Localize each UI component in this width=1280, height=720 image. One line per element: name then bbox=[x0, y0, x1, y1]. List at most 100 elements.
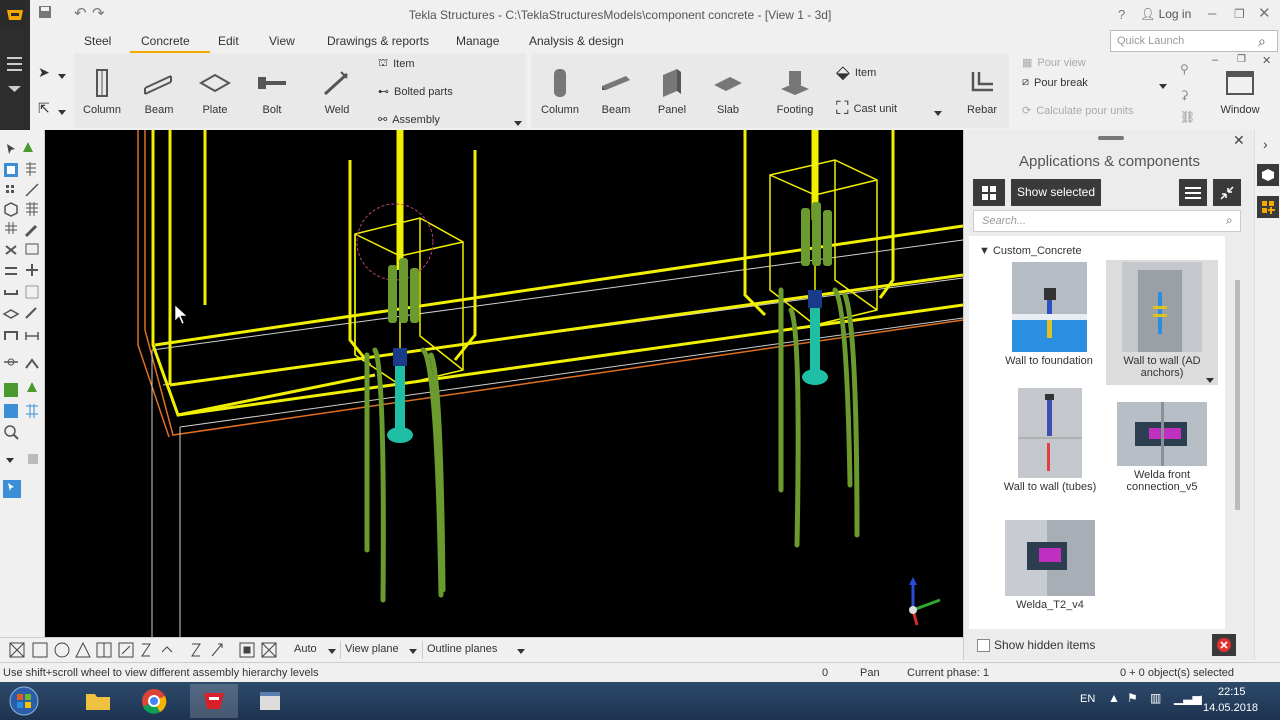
help-button[interactable]: ? bbox=[1118, 6, 1125, 24]
language-indicator[interactable]: EN bbox=[1080, 693, 1095, 705]
concrete-slab-button[interactable]: Slab bbox=[700, 66, 756, 116]
cast-unit-button[interactable]: ⛶ Cast unit bbox=[836, 98, 897, 119]
tekla-taskbar-button[interactable] bbox=[190, 684, 238, 718]
chrome-taskbar-button[interactable] bbox=[134, 684, 174, 718]
show-hidden-icons[interactable]: ▲ bbox=[1108, 691, 1120, 705]
login-button[interactable]: 👤︎ Log in bbox=[1140, 7, 1191, 21]
steel-bolt-button[interactable]: Bolt bbox=[244, 66, 300, 116]
tab-concrete[interactable]: Concrete bbox=[130, 34, 210, 53]
component-wall-to-foundation[interactable]: Wall to foundation bbox=[1004, 262, 1094, 367]
welda-front-thumbnail bbox=[1117, 402, 1207, 466]
concrete-beam-icon bbox=[588, 66, 644, 100]
tekla-logo-icon[interactable] bbox=[0, 0, 30, 30]
concrete-beam-button[interactable]: Beam bbox=[588, 66, 644, 116]
assembly-button[interactable]: ⚯ Assembly bbox=[378, 113, 440, 127]
select-arrow-icon[interactable]: ➤ bbox=[38, 64, 50, 81]
group-header[interactable]: ▼ Custom_Concrete bbox=[979, 245, 1082, 257]
bolted-parts-button[interactable]: ⊷ Bolted parts bbox=[378, 85, 453, 99]
select-options-icon[interactable]: ⇱ bbox=[38, 100, 50, 117]
ungroup-icon[interactable]: ⛓ bbox=[1180, 110, 1195, 124]
pour-break-dropdown-icon[interactable] bbox=[1159, 79, 1167, 93]
ribbon-close-icon[interactable]: ✕ bbox=[1262, 54, 1271, 67]
explorer-taskbar-button[interactable] bbox=[78, 684, 118, 718]
component-search-input[interactable]: Search... bbox=[973, 210, 1241, 232]
undo-icon[interactable]: ↶ bbox=[74, 5, 87, 23]
steel-plate-button[interactable]: Plate bbox=[187, 66, 243, 116]
tab-manage[interactable]: Manage bbox=[456, 34, 499, 48]
link-icon[interactable]: ⚲ bbox=[1180, 62, 1189, 76]
window-title: Tekla Structures - C:\TeklaStructuresMod… bbox=[408, 8, 832, 22]
dropdown-arrow-icon bbox=[409, 645, 417, 657]
window-button[interactable]: Window bbox=[1212, 66, 1268, 116]
chevron-right-icon[interactable]: › bbox=[1263, 136, 1268, 152]
snap-mode-select[interactable]: Auto bbox=[290, 641, 338, 659]
model-view-3d[interactable] bbox=[45, 130, 963, 637]
tab-view[interactable]: View bbox=[269, 34, 295, 48]
cast-unit-dropdown-icon[interactable] bbox=[934, 106, 942, 120]
flag-icon[interactable]: ⚑ bbox=[1127, 691, 1138, 705]
concrete-panel-button[interactable]: Panel bbox=[644, 66, 700, 116]
concrete-item-button[interactable]: ⬙ Item bbox=[836, 62, 876, 83]
redo-icon[interactable]: ↷ bbox=[92, 5, 105, 23]
component-expand-icon[interactable] bbox=[1206, 373, 1214, 387]
pour-view-button[interactable]: ▦ Pour view bbox=[1022, 56, 1086, 70]
tab-analysis-design[interactable]: Analysis & design bbox=[529, 34, 624, 48]
show-selected-button[interactable]: Show selected bbox=[1011, 179, 1101, 206]
component-wall-to-wall-ad-anchors[interactable]: Wall to wall (AD anchors) bbox=[1106, 260, 1218, 385]
search-icon[interactable]: ⌕ bbox=[1258, 33, 1266, 50]
concrete-column-icon bbox=[532, 66, 588, 100]
tab-drawings-reports[interactable]: Drawings & reports bbox=[327, 34, 429, 48]
unlink-icon[interactable]: ⚳ bbox=[1180, 88, 1189, 102]
status-phase[interactable]: Current phase: 1 bbox=[907, 667, 989, 679]
restore-icon[interactable]: ❐ bbox=[1234, 5, 1245, 23]
footing-button[interactable]: Footing bbox=[767, 66, 823, 116]
folder-icon bbox=[86, 694, 110, 710]
dropdown-arrow-icon bbox=[517, 645, 525, 657]
steel-group-expand-icon[interactable] bbox=[514, 116, 522, 130]
ribbon-minimize-icon[interactable]: – bbox=[1212, 54, 1218, 66]
welda-t2-thumbnail bbox=[1005, 520, 1095, 596]
steel-beam-button[interactable]: Beam bbox=[131, 66, 187, 116]
steel-item-button[interactable]: ⛫ Item bbox=[378, 57, 415, 71]
rebar-button[interactable]: Rebar bbox=[954, 66, 1010, 116]
save-icon[interactable] bbox=[38, 5, 52, 24]
clock-time[interactable]: 22:15 bbox=[1218, 686, 1246, 698]
property-pane-button[interactable] bbox=[1257, 164, 1279, 186]
panel-drag-handle[interactable] bbox=[1098, 136, 1124, 140]
panel-close-icon[interactable]: ✕ bbox=[1233, 132, 1245, 149]
component-wall-to-wall-tubes[interactable]: Wall to wall (tubes) bbox=[990, 388, 1110, 493]
file-menu-button[interactable] bbox=[0, 30, 30, 130]
applications-pane-button[interactable] bbox=[1257, 196, 1279, 218]
minimize-icon[interactable]: – bbox=[1208, 5, 1216, 23]
show-hidden-checkbox[interactable] bbox=[977, 639, 990, 652]
start-button[interactable] bbox=[4, 683, 44, 719]
component-welda-front-connection[interactable]: Welda front connection_v5 bbox=[1108, 402, 1216, 493]
calculate-icon: ⟳ bbox=[1022, 105, 1032, 117]
concrete-column-button[interactable]: Column bbox=[532, 66, 588, 116]
tab-steel[interactable]: Steel bbox=[84, 34, 111, 48]
clock-date[interactable]: 14.05.2018 bbox=[1203, 702, 1258, 714]
quick-launch-input[interactable]: Quick Launch bbox=[1110, 30, 1278, 52]
pour-break-button[interactable]: ⧄ Pour break bbox=[1022, 76, 1088, 89]
wall-to-foundation-thumbnail bbox=[1011, 262, 1087, 352]
steel-column-button[interactable]: Column bbox=[74, 66, 130, 116]
dropdown-arrow-icon bbox=[328, 645, 336, 657]
plane-type-select[interactable]: Outline planes bbox=[422, 641, 528, 659]
snap-toolbar: Auto View plane Outline planes bbox=[0, 637, 963, 662]
network-icon[interactable]: ▥ bbox=[1150, 691, 1161, 705]
close-catalog-button[interactable] bbox=[1212, 634, 1236, 656]
collapse-panel-button[interactable] bbox=[1213, 179, 1241, 206]
tab-edit[interactable]: Edit bbox=[218, 34, 239, 48]
calculate-pour-units-button[interactable]: ⟳ Calculate pour units bbox=[1022, 104, 1133, 118]
catalog-scrollbar[interactable] bbox=[1235, 280, 1240, 510]
list-menu-button[interactable] bbox=[1179, 179, 1207, 206]
work-plane-select[interactable]: View plane bbox=[340, 641, 420, 659]
chrome-icon bbox=[142, 689, 167, 714]
close-icon[interactable]: ✕ bbox=[1258, 5, 1271, 23]
component-welda-t2[interactable]: Welda_T2_v4 bbox=[1000, 520, 1100, 611]
catalog-view-button[interactable] bbox=[973, 179, 1005, 206]
dropdown-arrow-icon bbox=[58, 105, 66, 119]
ribbon-restore-icon[interactable]: ❐ bbox=[1237, 54, 1246, 65]
steel-weld-button[interactable]: Weld bbox=[309, 66, 365, 116]
app-taskbar-button[interactable] bbox=[250, 684, 290, 718]
